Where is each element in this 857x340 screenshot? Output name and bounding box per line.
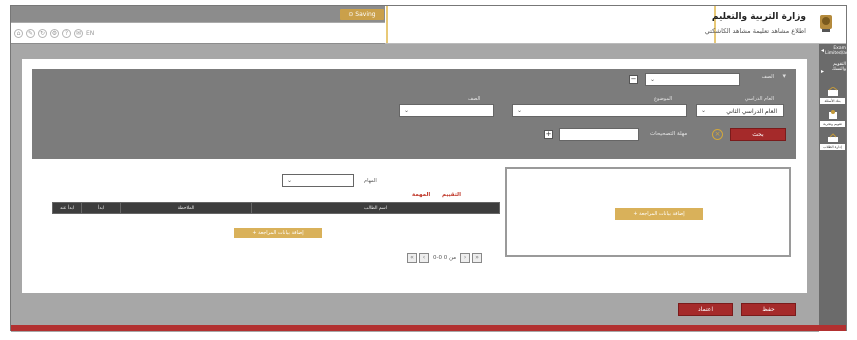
column-header[interactable]: ابدأ عند — [52, 202, 82, 214]
evaluation-icon — [829, 110, 837, 119]
filter-area: ▾ الصف ⌄ − العام الدراسي ⌄ العام الدراسي… — [32, 69, 796, 159]
right-sidebar: ◂ Exam Limited/ad ▸ التقويم والتسك بنك ا… — [819, 44, 849, 331]
sidebar-item-evaluation[interactable]: تقويم وتجربة — [820, 121, 845, 127]
pagination-text: 0-0 من 0 — [433, 255, 457, 261]
chevron-down-icon: ⌄ — [701, 107, 707, 114]
question-bank-icon — [828, 87, 838, 96]
sidebar-arrow-icon[interactable]: ◂ — [821, 47, 824, 54]
subject-label: الموضوع — [654, 96, 673, 102]
chevron-down-icon: ⌄ — [287, 177, 293, 184]
search-button[interactable]: بحث — [730, 128, 786, 141]
toolbar: ⌂ ✎ ↻ ⚙ ? ✉ EN — [11, 22, 385, 43]
column-header[interactable]: اسم الطالب — [251, 202, 500, 214]
sidebar-expand-icon[interactable]: ▸ — [821, 68, 824, 75]
saving-indicator: ⊙ Saving — [340, 9, 384, 20]
collapse-toggle-icon[interactable]: − — [629, 75, 638, 84]
pagination: « ‹ 0-0 من 0 › » — [407, 253, 483, 263]
collapse-chevron-icon[interactable]: ▾ — [782, 72, 786, 80]
edit-icon[interactable]: ✎ — [26, 28, 35, 38]
level-label: الصف — [468, 96, 481, 102]
review-preview-box: + إضافة بيانات المراجعة — [505, 167, 791, 257]
next-page-icon[interactable]: › — [460, 253, 471, 263]
home-icon[interactable]: ⌂ — [14, 28, 23, 38]
add-icon[interactable]: + — [544, 130, 553, 139]
type-label: العام الدراسي — [744, 96, 774, 102]
students-table: ابدأ عند ابدأ الملاحظة اسم الطالب — [52, 202, 500, 214]
chevron-down-icon: ⌄ — [650, 76, 656, 83]
approve-button[interactable]: اعتماد — [678, 303, 733, 316]
evaluation-label: التقييم — [442, 192, 461, 198]
refresh-icon[interactable]: ↻ — [38, 28, 47, 38]
bottom-accent-line — [11, 325, 846, 331]
clear-icon[interactable]: × — [712, 129, 723, 140]
mail-icon[interactable]: ✉ — [74, 28, 83, 38]
column-header[interactable]: الملاحظة — [120, 202, 252, 214]
sidebar-item-students[interactable]: إدارة الطلاب — [820, 144, 845, 150]
language-toggle[interactable]: EN — [86, 30, 94, 37]
header-toolbar-area: ⊙ Saving ⌂ ✎ ↻ ⚙ ? ✉ EN — [11, 6, 385, 44]
term-select[interactable]: ⌄ — [645, 73, 740, 86]
table-level-label: المهام — [364, 178, 377, 184]
last-page-icon[interactable]: » — [472, 253, 483, 263]
content-panel: ▾ الصف ⌄ − العام الدراسي ⌄ العام الدراسي… — [22, 59, 807, 309]
add-review-button[interactable]: + إضافة بيانات المراجعة — [615, 208, 703, 220]
type-select[interactable]: ⌄ العام الدراسي الثاني — [696, 104, 784, 117]
type-select-value: العام الدراسي الثاني — [726, 108, 777, 115]
level-select[interactable]: ⌄ — [399, 104, 494, 117]
first-page-icon[interactable]: « — [407, 253, 417, 263]
students-icon — [828, 133, 838, 142]
sidebar-item-question-bank[interactable]: بنك الأسئلة — [820, 98, 845, 104]
header-center-box — [386, 6, 716, 43]
chevron-down-icon: ⌄ — [517, 107, 523, 114]
sidebar-section: التقويم والتسك — [832, 62, 846, 72]
duration-label: مهلة التصحيحات — [650, 131, 688, 137]
main-content: ▾ الصف ⌄ − العام الدراسي ⌄ العام الدراسي… — [11, 44, 819, 332]
task-label: المهمة — [412, 192, 431, 198]
prev-page-icon[interactable]: ‹ — [419, 253, 429, 263]
table-header-row: ابدأ عند ابدأ الملاحظة اسم الطالب — [52, 202, 500, 214]
help-icon[interactable]: ? — [62, 28, 71, 38]
footer-bar: حفظ اعتماد — [11, 293, 819, 325]
sidebar-title: Exam Limited/ad — [825, 46, 849, 56]
save-button[interactable]: حفظ — [741, 303, 796, 316]
ministry-title: وزارة التربية والتعليم — [711, 12, 806, 22]
ministry-emblem-icon — [820, 15, 832, 32]
settings-icon[interactable]: ⚙ — [50, 28, 59, 38]
ministry-subtitle: اطلاع مشاهد تعليمة مشاهد الكاشكتي — [704, 27, 806, 35]
duration-input[interactable] — [559, 128, 639, 141]
table-level-select[interactable]: ⌄ — [282, 174, 354, 187]
app-header: ⊙ Saving ⌂ ✎ ↻ ⚙ ? ✉ EN وزارة التربية وا… — [11, 6, 846, 44]
subject-select[interactable]: ⌄ — [512, 104, 687, 117]
chevron-down-icon: ⌄ — [404, 107, 410, 114]
app-window: ⊙ Saving ⌂ ✎ ↻ ⚙ ? ✉ EN وزارة التربية وا… — [10, 5, 849, 332]
add-review-data-button[interactable]: + إضافة بيانات المراجعة — [234, 228, 322, 238]
column-header[interactable]: ابدأ — [81, 202, 121, 214]
saving-label: Saving — [355, 11, 376, 18]
term-label: الصف — [761, 74, 774, 80]
